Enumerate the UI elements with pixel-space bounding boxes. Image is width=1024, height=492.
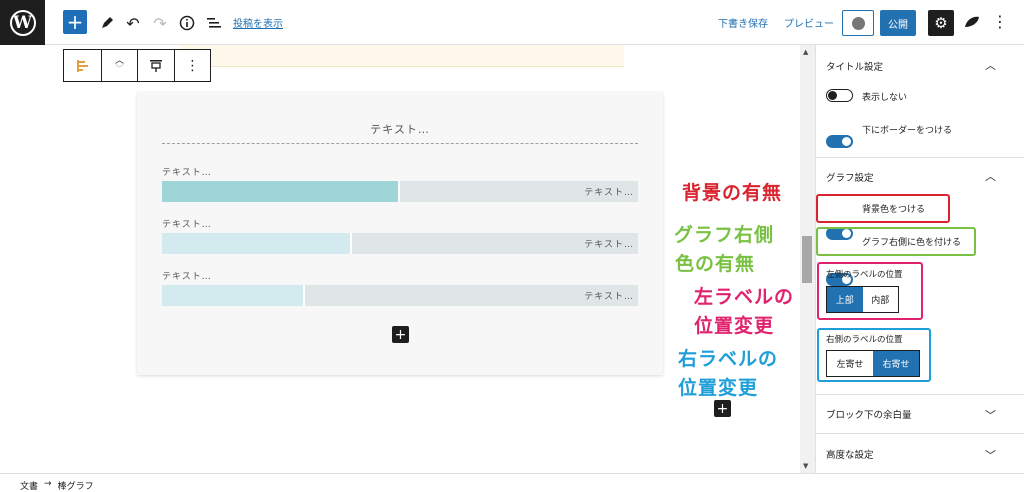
left-label-inner-option[interactable]: 内部 xyxy=(863,287,899,312)
jetpack-icon[interactable] xyxy=(842,10,874,36)
advanced-settings-panel[interactable]: 高度な設定 xyxy=(826,447,874,461)
toggle-label: 下にボーダーをつける xyxy=(862,126,953,136)
divider xyxy=(815,433,1024,434)
graph-title[interactable]: テキスト… xyxy=(162,121,638,137)
bar-graph-block-icon[interactable] xyxy=(64,50,102,81)
row-right-label[interactable]: テキスト… xyxy=(584,289,634,302)
row-left-label[interactable]: テキスト… xyxy=(162,269,212,282)
graph-bar[interactable]: テキスト… xyxy=(162,233,638,254)
annotation-left-label: 位置変更 xyxy=(694,315,775,337)
block-toolbar: ︿ ﹀ ⋮ xyxy=(63,49,211,82)
row-left-label[interactable]: テキスト… xyxy=(162,165,212,178)
annotation-background: 背景の有無 xyxy=(682,182,783,204)
undo-icon[interactable]: ↶ xyxy=(121,11,145,35)
chevron-up-icon[interactable]: ︿ xyxy=(985,57,996,73)
left-label-top-option[interactable]: 上部 xyxy=(827,287,863,312)
left-label-position-heading: 左側のラベルの位置 xyxy=(826,270,903,280)
graph-bar[interactable]: テキスト… xyxy=(162,181,638,202)
annotation-right-color: 色の有無 xyxy=(675,253,756,275)
chevron-up-icon[interactable]: ︿ xyxy=(985,168,996,184)
hide-title-toggle[interactable] xyxy=(826,89,853,102)
breadcrumb-arrow: → xyxy=(44,479,52,489)
redo-icon[interactable]: ↷ xyxy=(148,11,172,35)
title-border xyxy=(162,143,638,144)
right-label-left-option[interactable]: 左寄せ xyxy=(827,351,873,376)
toggle-label: グラフ右側に色を付ける xyxy=(862,238,962,248)
breadcrumb-block[interactable]: 棒グラフ xyxy=(58,479,94,492)
block-options-icon[interactable]: ⋮ xyxy=(175,50,210,81)
info-icon[interactable] xyxy=(175,11,199,35)
list-view-icon[interactable] xyxy=(202,11,226,35)
view-post-link[interactable]: 投稿を表示 xyxy=(233,15,283,30)
preview-button[interactable]: プレビュー xyxy=(784,15,834,30)
breadcrumb: 文書 → 棒グラフ xyxy=(0,473,1024,492)
right-label-right-option[interactable]: 右寄せ xyxy=(873,351,919,376)
more-options-icon[interactable]: ⋮ xyxy=(992,12,1008,31)
chevron-down-icon[interactable]: ﹀ xyxy=(985,407,996,423)
row-right-label[interactable]: テキスト… xyxy=(584,237,634,250)
bar-fill xyxy=(162,285,305,306)
move-up-down-icon[interactable]: ︿ ﹀ xyxy=(102,50,138,81)
settings-gear-icon[interactable]: ⚙ xyxy=(928,10,954,36)
publish-button[interactable]: 公開 xyxy=(880,10,916,36)
graph-bar[interactable]: テキスト… xyxy=(162,285,638,306)
panel-title-settings-heading[interactable]: タイトル設定 xyxy=(826,59,883,73)
leaf-icon[interactable] xyxy=(963,13,981,31)
previous-block[interactable] xyxy=(180,45,624,67)
wordpress-logo-icon[interactable]: W xyxy=(0,0,45,45)
divider xyxy=(815,394,1024,395)
pencil-tool-icon[interactable] xyxy=(95,11,119,35)
block-margin-panel[interactable]: ブロック下の余白量 xyxy=(826,407,912,421)
add-inner-block-button[interactable]: + xyxy=(392,326,409,343)
breadcrumb-document[interactable]: 文書 xyxy=(20,479,38,492)
annotation-right-label: 位置変更 xyxy=(678,377,759,399)
graph-settings-heading[interactable]: グラフ設定 xyxy=(826,170,874,184)
bar-fill xyxy=(162,233,353,254)
align-icon[interactable] xyxy=(138,50,175,81)
toggle-label: 背景色をつける xyxy=(862,205,926,215)
add-block-button[interactable]: + xyxy=(63,10,87,34)
left-label-position-group: 上部 内部 xyxy=(826,286,899,313)
right-label-position-group: 左寄せ 右寄せ xyxy=(826,350,920,377)
row-right-label[interactable]: テキスト… xyxy=(584,185,634,198)
title-border-toggle[interactable] xyxy=(826,135,853,148)
annotation-right-color: グラフ右側 xyxy=(674,224,775,246)
divider xyxy=(815,157,1024,158)
add-block-after-button[interactable]: + xyxy=(714,400,731,417)
scroll-up-arrow-icon[interactable]: ▲ xyxy=(803,48,808,56)
scroll-down-arrow-icon[interactable]: ▼ xyxy=(803,462,808,470)
bar-fill xyxy=(162,181,400,202)
right-label-position-heading: 右側のラベルの位置 xyxy=(826,335,903,345)
row-left-label[interactable]: テキスト… xyxy=(162,217,212,230)
save-draft-button[interactable]: 下書き保存 xyxy=(718,15,768,30)
chevron-down-icon[interactable]: ﹀ xyxy=(985,447,996,463)
annotation-right-label: 右ラベルの xyxy=(678,348,779,370)
annotation-left-label: 左ラベルの xyxy=(694,286,795,308)
toggle-label: 表示しない xyxy=(862,93,908,103)
scrollbar-thumb[interactable] xyxy=(802,236,812,283)
